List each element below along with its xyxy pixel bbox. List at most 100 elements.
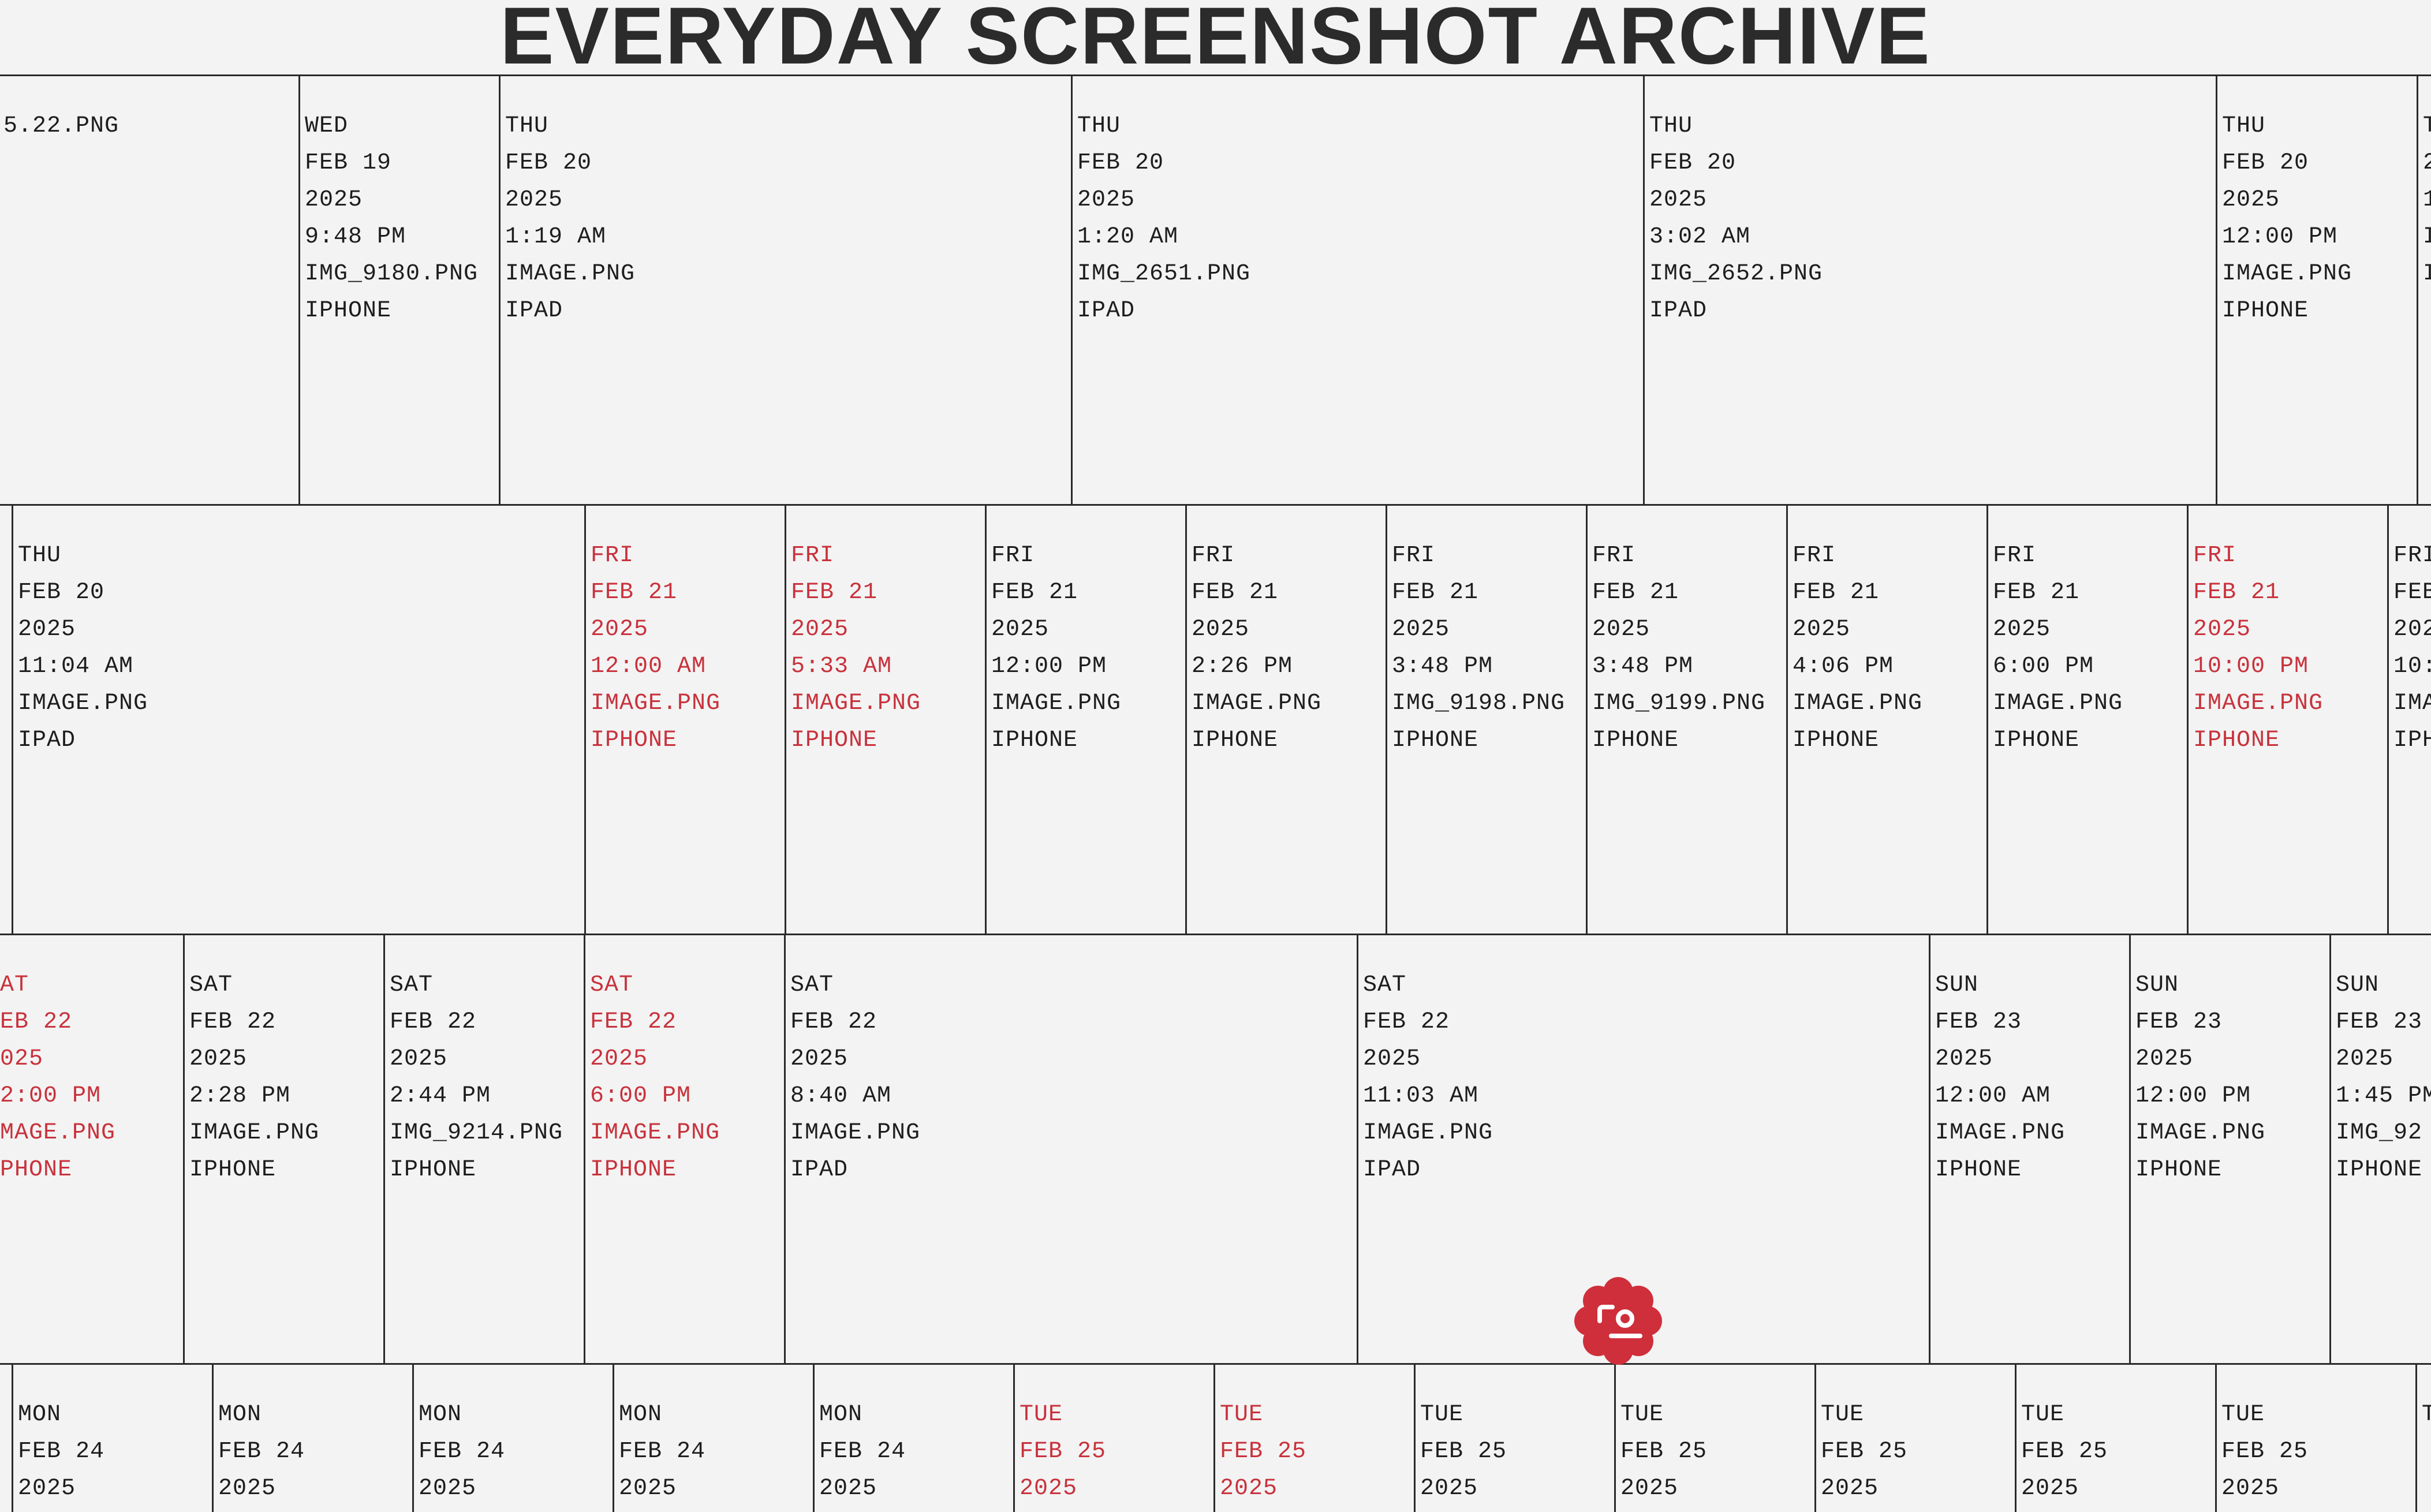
screenshot-tile[interactable]: MON FEB 24 2025 xyxy=(13,1363,214,1512)
tile-year: 2 xyxy=(2423,145,2431,182)
tile-info: MON FEB 24 2025 xyxy=(619,1397,705,1507)
tile-filename: IMAGE.PNG xyxy=(991,690,1122,716)
tile-time: 6:00 PM xyxy=(1993,654,2094,680)
tile-date: FEB 25 xyxy=(2021,1439,2108,1465)
tile-day: TUE xyxy=(2021,1402,2065,1428)
tile-time: 3:48 PM xyxy=(1592,654,1694,680)
screenshot-tile[interactable]: T21II xyxy=(2418,74,2431,504)
screenshot-tile[interactable]: THU FEB 20 2025 1:20 AM IMG_2651.PNG IPAD xyxy=(1073,74,1645,504)
screenshot-tile[interactable]: FRI FEB 21 2025 6:00 PM IMAGE.PNG IPHONE xyxy=(1988,504,2189,934)
screenshot-tile[interactable]: FRI FEB 21 2025 10:00 PM IMAGE.PNG IPHONE xyxy=(2189,504,2389,934)
tile-time: 3:02 AM xyxy=(1649,224,1751,250)
tile-day: SUN xyxy=(2336,972,2380,998)
flower-user-icon[interactable] xyxy=(1572,1275,1664,1367)
screenshot-tile[interactable]: THU FEB 20 2025 3:02 AM IMG_2652.PNG IPAD xyxy=(1645,74,2217,504)
screenshot-tile[interactable]: THU FEB 20 2025 12:00 PM IMAGE.PNG IPHONE xyxy=(2217,74,2418,504)
screenshot-tile[interactable]: TUE FEB 25 2025 xyxy=(1215,1363,1416,1512)
tile-filename: IMG_9214.PNG xyxy=(390,1120,563,1146)
tile-time: 1:20 AM xyxy=(1077,224,1179,250)
tile-info: SAT FEB 22 2025 6:00 PM IMAGE.PNG IPHONE xyxy=(590,967,720,1189)
tile-date: FEB 21 xyxy=(1592,580,1679,606)
tile-info: TUE FEB 25 2025 xyxy=(1620,1397,1707,1507)
tile-info: TUE FEB 25 2025 xyxy=(2021,1397,2108,1507)
tile-filename: IMAGE.PNG xyxy=(18,690,148,716)
screenshot-tile[interactable]: FRI FEB 21 2025 5:33 AM IMAGE.PNG IPHONE xyxy=(786,504,987,934)
tile-year: 2025 xyxy=(305,187,363,213)
screenshot-tile[interactable]: SAT FEB 22 2025 6:00 PM IMAGE.PNG IPHONE xyxy=(585,934,786,1363)
tile-day: THU xyxy=(18,543,62,569)
tile-day: TUE xyxy=(1821,1402,1865,1428)
tile-time: 2:28 PM xyxy=(189,1083,291,1109)
screenshot-tile[interactable] xyxy=(0,504,13,934)
screenshot-tile[interactable]: 5.22.PNG xyxy=(0,74,300,504)
screenshot-tile[interactable]: FRI FEB 21 2025 12:00 AM IMAGE.PNG IPHONE xyxy=(586,504,786,934)
tile-time: 8:40 AM xyxy=(790,1083,892,1109)
screenshot-tile[interactable]: TUE FEB 25 2025 xyxy=(1616,1363,1816,1512)
tile-date: FEB 24 xyxy=(619,1439,706,1465)
screenshot-tile[interactable]: MON FEB 24 2025 xyxy=(614,1363,815,1512)
screenshot-tile[interactable]: SAT FEB 22 2025 2:28 PM IMAGE.PNG IPHONE xyxy=(185,934,385,1363)
tile-date: FEB 21 xyxy=(591,580,678,606)
tile-device: IPHONE xyxy=(590,1157,677,1183)
tile-time: 4:06 PM xyxy=(1793,654,1894,680)
screenshot-tile[interactable]: TUE FEB 25 2025 xyxy=(1015,1363,1215,1512)
screenshot-tile[interactable]: FRI FEB 202 10: IMA IPH xyxy=(2389,504,2431,934)
screenshot-tile[interactable]: THU FEB 20 2025 1:19 AM IMAGE.PNG IPAD xyxy=(501,74,1073,504)
tile-time: 12:00 PM xyxy=(991,654,1107,680)
screenshot-tile[interactable]: FRI FEB 21 2025 3:48 PM IMG_9199.PNG IPHONE xyxy=(1588,504,1788,934)
screenshot-tile[interactable]: AT EB 22 025 2:00 PM MAGE.PNG PHONE xyxy=(0,934,185,1363)
tile-day: MON xyxy=(819,1402,863,1428)
screenshot-tile[interactable]: FRI FEB 21 2025 2:26 PM IMAGE.PNG IPHONE xyxy=(1187,504,1387,934)
tile-time: 11:03 AM xyxy=(1363,1083,1479,1109)
tile-year: 2025 xyxy=(590,1046,648,1072)
tile-year: 2025 xyxy=(1392,617,1450,643)
screenshot-tile[interactable]: TUE FEB 25 2025 xyxy=(1416,1363,1616,1512)
tile-time: 10: xyxy=(2393,654,2431,680)
screenshot-tile[interactable]: T xyxy=(2417,1363,2431,1512)
tile-info: FRI FEB 21 2025 10:00 PM IMAGE.PNG IPHONE xyxy=(2193,537,2323,759)
tile-info: SUN FEB 23 2025 1:45 PM IMG_92 IPHONE xyxy=(2336,967,2431,1189)
tile-time: 10:00 PM xyxy=(2193,654,2309,680)
screenshot-tile[interactable]: SAT FEB 22 2025 2:44 PM IMG_9214.PNG IPHONE xyxy=(385,934,585,1363)
tile-device: IPH xyxy=(2393,727,2431,753)
tile-year: 2025 xyxy=(1793,617,1851,643)
tile-date: FEB 25 xyxy=(1220,1439,1307,1465)
screenshot-tile[interactable]: SAT FEB 22 2025 8:40 AM IMAGE.PNG IPAD xyxy=(786,934,1358,1363)
tile-date: FEB 20 xyxy=(2222,150,2309,176)
tile-info: FRI FEB 21 2025 5:33 AM IMAGE.PNG IPHONE xyxy=(791,537,921,759)
screenshot-tile[interactable] xyxy=(0,1363,13,1512)
tile-info: SUN FEB 23 2025 12:00 PM IMAGE.PNG IPHONE xyxy=(2135,967,2265,1189)
tile-date: FEB 21 xyxy=(1793,580,1880,606)
screenshot-tile[interactable]: SUN FEB 23 2025 12:00 PM IMAGE.PNG IPHONE xyxy=(2131,934,2331,1363)
screenshot-tile[interactable]: SUN FEB 23 2025 1:45 PM IMG_92 IPHONE xyxy=(2331,934,2431,1363)
screenshot-tile[interactable]: FRI FEB 21 2025 12:00 PM IMAGE.PNG IPHONE xyxy=(987,504,1187,934)
tile-date: FEB 23 xyxy=(2336,1009,2423,1035)
tile-info: SAT FEB 22 2025 11:03 AM IMAGE.PNG IPAD xyxy=(1363,967,1493,1189)
tile-filename: IMAGE.PNG xyxy=(1192,690,1322,716)
tile-info: MON FEB 24 2025 xyxy=(18,1397,104,1507)
tile-day: SUN xyxy=(2135,972,2179,998)
tile-filename: IMG_9199.PNG xyxy=(1592,690,1766,716)
tile-info: TUE FEB 25 2025 xyxy=(2221,1397,2308,1507)
tile-year: 2025 xyxy=(18,617,76,643)
tile-date: FEB 21 xyxy=(991,580,1078,606)
tile-date: FEB 19 xyxy=(305,150,392,176)
tile-date: FEB 22 xyxy=(790,1009,877,1035)
tile-time: 1 xyxy=(2423,182,2431,219)
screenshot-tile[interactable]: WED FEB 19 2025 9:48 PM IMG_9180.PNG IPHONE xyxy=(300,74,501,504)
screenshot-tile[interactable]: FRI FEB 21 2025 4:06 PM IMAGE.PNG IPHONE xyxy=(1788,504,1988,934)
screenshot-tile[interactable]: THU FEB 20 2025 11:04 AM IMAGE.PNG IPAD xyxy=(13,504,586,934)
tile-year: 2025 xyxy=(619,1476,677,1502)
tile-day: SAT xyxy=(189,972,233,998)
screenshot-tile[interactable]: MON FEB 24 2025 xyxy=(414,1363,614,1512)
screenshot-tile[interactable]: MON FEB 24 2025 xyxy=(214,1363,414,1512)
screenshot-tile[interactable]: FRI FEB 21 2025 3:48 PM IMG_9198.PNG IPHONE xyxy=(1387,504,1588,934)
tile-year: 2025 xyxy=(2222,187,2280,213)
screenshot-tile[interactable]: TUE FEB 25 2025 xyxy=(1816,1363,2017,1512)
screenshot-tile[interactable]: SUN FEB 23 2025 12:00 AM IMAGE.PNG IPHONE xyxy=(1930,934,2131,1363)
screenshot-tile[interactable]: TUE FEB 25 2025 xyxy=(2017,1363,2217,1512)
tile-date: EB 22 xyxy=(0,1009,73,1035)
screenshot-tile[interactable]: MON FEB 24 2025 xyxy=(815,1363,1015,1512)
screenshot-tile[interactable]: TUE FEB 25 2025 xyxy=(2217,1363,2417,1512)
tile-day: FRI xyxy=(2393,543,2431,569)
